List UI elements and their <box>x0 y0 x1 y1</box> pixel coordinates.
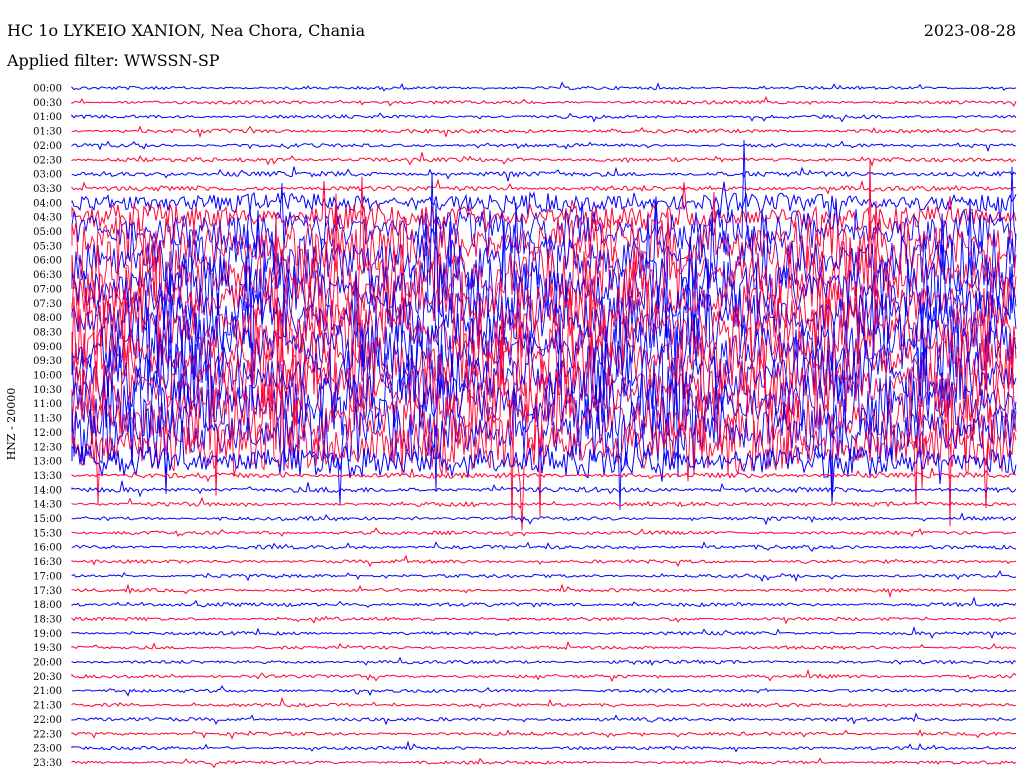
time-tick-label: 23:30 <box>33 758 62 769</box>
time-tick-label: 05:00 <box>33 227 62 238</box>
time-tick-label: 13:30 <box>33 471 62 482</box>
time-tick-label: 07:30 <box>33 299 62 310</box>
time-tick-label: 02:30 <box>33 155 62 166</box>
time-tick-label: 17:30 <box>33 586 62 597</box>
time-tick-label: 15:00 <box>33 514 62 525</box>
time-tick-label: 14:30 <box>33 500 62 511</box>
time-tick-label: 19:30 <box>33 643 62 654</box>
time-tick-label: 00:30 <box>33 98 62 109</box>
time-tick-label: 14:00 <box>33 485 62 496</box>
time-tick-label: 19:00 <box>33 629 62 640</box>
time-tick-label: 08:00 <box>33 313 62 324</box>
time-tick-label: 01:00 <box>33 112 62 123</box>
time-tick-label: 10:00 <box>33 371 62 382</box>
time-tick-label: 17:00 <box>33 571 62 582</box>
time-tick-label: 06:30 <box>33 270 62 281</box>
time-tick-label: 09:00 <box>33 342 62 353</box>
time-tick-label: 09:30 <box>33 356 62 367</box>
time-tick-label: 10:30 <box>33 385 62 396</box>
time-tick-label: 02:00 <box>33 141 62 152</box>
filter-label: Applied filter: WWSSN-SP <box>6 51 220 70</box>
time-tick-label: 05:30 <box>33 241 62 252</box>
time-tick-label: 12:30 <box>33 442 62 453</box>
y-axis-label: HNZ - 20000 <box>5 388 18 461</box>
time-tick-label: 18:30 <box>33 614 62 625</box>
time-tick-label: 07:00 <box>33 284 62 295</box>
time-tick-label: 13:00 <box>33 457 62 468</box>
time-tick-label: 12:00 <box>33 428 62 439</box>
time-tick-label: 03:00 <box>33 170 62 181</box>
time-tick-label: 00:00 <box>33 84 62 95</box>
time-tick-label: 23:00 <box>33 744 62 755</box>
station-title: HC 1o LYKEIO XANION, Nea Chora, Chania <box>7 21 366 40</box>
time-tick-label: 11:00 <box>33 399 62 410</box>
time-tick-label: 18:00 <box>33 600 62 611</box>
time-tick-label: 21:00 <box>33 686 62 697</box>
helicorder-chart: HC 1o LYKEIO XANION, Nea Chora, Chania 2… <box>0 0 1024 780</box>
time-tick-label: 08:30 <box>33 327 62 338</box>
date-label: 2023-08-28 <box>924 21 1016 40</box>
time-tick-label: 20:00 <box>33 658 62 669</box>
time-tick-label: 16:00 <box>33 543 62 554</box>
time-tick-label: 22:30 <box>33 729 62 740</box>
time-tick-label: 20:30 <box>33 672 62 683</box>
time-tick-label: 01:30 <box>33 127 62 138</box>
time-tick-label: 16:30 <box>33 557 62 568</box>
time-tick-label: 03:30 <box>33 184 62 195</box>
time-tick-label: 04:00 <box>33 198 62 209</box>
time-tick-label: 22:00 <box>33 715 62 726</box>
time-tick-label: 06:00 <box>33 256 62 267</box>
time-tick-label: 15:30 <box>33 528 62 539</box>
time-tick-label: 11:30 <box>33 414 62 425</box>
time-tick-label: 21:30 <box>33 701 62 712</box>
time-tick-label: 04:30 <box>33 213 62 224</box>
